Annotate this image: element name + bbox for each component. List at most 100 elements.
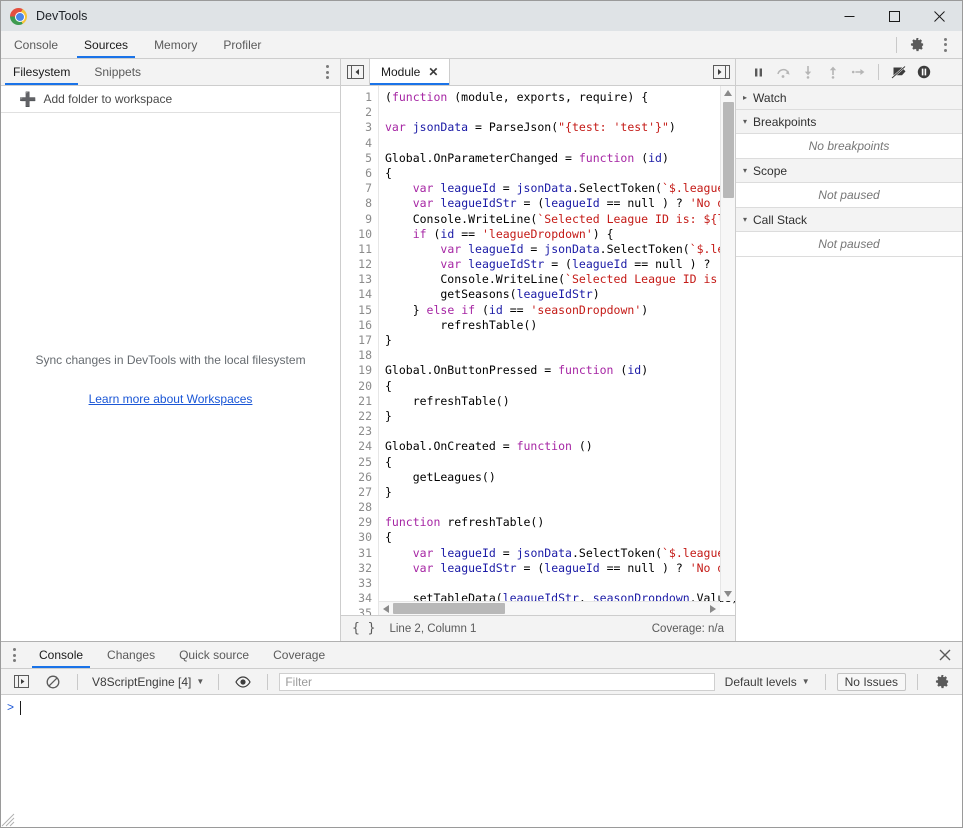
code-line[interactable]: [385, 424, 735, 439]
nav-tab-filesystem[interactable]: Filesystem: [1, 59, 82, 85]
code-line[interactable]: }: [385, 333, 735, 348]
navigator-more-button[interactable]: [314, 59, 340, 85]
code-line[interactable]: [385, 136, 735, 151]
code-line[interactable]: [385, 576, 735, 591]
code-line[interactable]: refreshTable(): [385, 318, 735, 333]
settings-button[interactable]: [904, 32, 930, 58]
code-line[interactable]: Console.WriteLine(`Selected League ID is…: [385, 212, 735, 227]
drawer-more-button[interactable]: [1, 642, 27, 668]
resize-grip[interactable]: [1, 813, 15, 827]
code-line[interactable]: }: [385, 409, 735, 424]
code-line[interactable]: refreshTable(): [385, 394, 735, 409]
live-expression-button[interactable]: [230, 669, 256, 695]
scroll-right-arrow-icon[interactable]: [706, 605, 720, 613]
code-line[interactable]: var leagueId = jsonData.SelectToken(`$.l…: [385, 546, 735, 561]
code-line[interactable]: [385, 105, 735, 120]
line-number: 12: [341, 257, 378, 272]
section-call-stack[interactable]: ▾ Call Stack: [736, 208, 962, 232]
more-options-button[interactable]: [932, 32, 958, 58]
step-button[interactable]: [848, 62, 868, 82]
scroll-left-arrow-icon[interactable]: [379, 605, 393, 613]
drawer-tab-coverage[interactable]: Coverage: [261, 642, 337, 668]
editor-tab-module[interactable]: Module ✕: [369, 59, 450, 85]
code-line[interactable]: } else if (id == 'seasonDropdown'): [385, 303, 735, 318]
code-line[interactable]: getSeasons(leagueIdStr): [385, 287, 735, 302]
step-into-button[interactable]: [798, 62, 818, 82]
learn-more-workspaces-link[interactable]: Learn more about Workspaces: [89, 392, 253, 406]
pretty-print-icon[interactable]: { }: [352, 621, 375, 636]
code-line[interactable]: [385, 500, 735, 515]
code-line[interactable]: var leagueIdStr = (leagueId == null ) ? …: [385, 257, 735, 272]
scroll-down-arrow-icon[interactable]: [724, 587, 732, 601]
close-button[interactable]: [917, 1, 962, 31]
line-number: 17: [341, 333, 378, 348]
console-output[interactable]: >: [1, 695, 962, 827]
code-line[interactable]: var leagueIdStr = (leagueId == null ) ? …: [385, 196, 735, 211]
code-line[interactable]: }: [385, 485, 735, 500]
code-line[interactable]: {: [385, 379, 735, 394]
drawer-tab-changes[interactable]: Changes: [95, 642, 167, 668]
vertical-scroll-thumb[interactable]: [723, 102, 734, 198]
section-scope[interactable]: ▾ Scope: [736, 159, 962, 183]
console-sidebar-button[interactable]: [8, 669, 34, 695]
code-line[interactable]: [385, 348, 735, 363]
code-line[interactable]: {: [385, 530, 735, 545]
code-line[interactable]: function refreshTable(): [385, 515, 735, 530]
maximize-button[interactable]: [872, 1, 917, 31]
deactivate-breakpoints-button[interactable]: [889, 62, 909, 82]
resume-pause-button[interactable]: [748, 62, 768, 82]
code-line[interactable]: var leagueId = jsonData.SelectToken(`$.l…: [385, 242, 735, 257]
close-icon[interactable]: ✕: [428, 66, 438, 78]
pause-on-exceptions-icon: [917, 65, 931, 79]
code-line[interactable]: var leagueId = jsonData.SelectToken(`$.l…: [385, 181, 735, 196]
step-out-button[interactable]: [823, 62, 843, 82]
console-toolbar: V8ScriptEngine [4] ▼ Filter Default leve…: [1, 669, 962, 695]
editor-vertical-scrollbar[interactable]: [720, 86, 735, 601]
drawer-tab-console[interactable]: Console: [27, 642, 95, 668]
code-content[interactable]: (function (module, exports, require) { v…: [379, 86, 735, 615]
code-line[interactable]: Global.OnCreated = function (): [385, 439, 735, 454]
console-log-levels-selector[interactable]: Default levels ▼: [721, 675, 814, 689]
section-breakpoints-label: Breakpoints: [753, 115, 816, 129]
clear-console-button[interactable]: [40, 669, 66, 695]
tab-sources[interactable]: Sources: [71, 31, 141, 58]
scroll-up-arrow-icon[interactable]: [724, 86, 732, 100]
section-watch[interactable]: ▸ Watch: [736, 86, 962, 110]
tab-console[interactable]: Console: [1, 31, 71, 58]
pause-on-exceptions-button[interactable]: [914, 62, 934, 82]
code-line[interactable]: Global.OnParameterChanged = function (id…: [385, 151, 735, 166]
code-editor[interactable]: 1234567891011121314151617181920212223242…: [341, 86, 735, 615]
console-filter-input[interactable]: Filter: [279, 673, 714, 691]
section-breakpoints[interactable]: ▾ Breakpoints: [736, 110, 962, 134]
step-over-button[interactable]: [773, 62, 793, 82]
console-text-caret[interactable]: [20, 701, 21, 715]
tab-profiler[interactable]: Profiler: [210, 31, 274, 58]
line-number: 33: [341, 576, 378, 591]
code-line[interactable]: var leagueIdStr = (leagueId == null ) ? …: [385, 561, 735, 576]
show-navigator-button[interactable]: [341, 59, 369, 85]
editor-horizontal-scrollbar[interactable]: [379, 601, 720, 615]
console-sidebar-icon: [14, 675, 29, 688]
nav-tab-snippets[interactable]: Snippets: [82, 59, 153, 85]
horizontal-scroll-thumb[interactable]: [393, 603, 505, 614]
add-folder-to-workspace-button[interactable]: ➕ Add folder to workspace: [1, 86, 340, 113]
line-number: 24: [341, 439, 378, 454]
minimize-button[interactable]: [827, 1, 872, 31]
drawer-close-button[interactable]: [928, 642, 962, 668]
code-line[interactable]: Global.OnButtonPressed = function (id): [385, 363, 735, 378]
console-context-selector[interactable]: V8ScriptEngine [4] ▼: [89, 675, 207, 689]
code-line[interactable]: if (id == 'leagueDropdown') {: [385, 227, 735, 242]
code-line[interactable]: {: [385, 166, 735, 181]
code-line[interactable]: var jsonData = ParseJson("{test: 'test'}…: [385, 120, 735, 135]
code-line[interactable]: Console.WriteLine(`Selected League ID is…: [385, 272, 735, 287]
drawer-tab-quick-source[interactable]: Quick source: [167, 642, 261, 668]
navigator-tab-bar: Filesystem Snippets: [1, 59, 340, 86]
tab-memory[interactable]: Memory: [141, 31, 210, 58]
code-line[interactable]: {: [385, 455, 735, 470]
no-issues-button[interactable]: No Issues: [837, 673, 906, 691]
more-tabs-button[interactable]: [707, 59, 735, 85]
console-settings-button[interactable]: [929, 669, 955, 695]
scope-empty-message: Not paused: [736, 183, 962, 208]
code-line[interactable]: (function (module, exports, require) {: [385, 90, 735, 105]
code-line[interactable]: getLeagues(): [385, 470, 735, 485]
